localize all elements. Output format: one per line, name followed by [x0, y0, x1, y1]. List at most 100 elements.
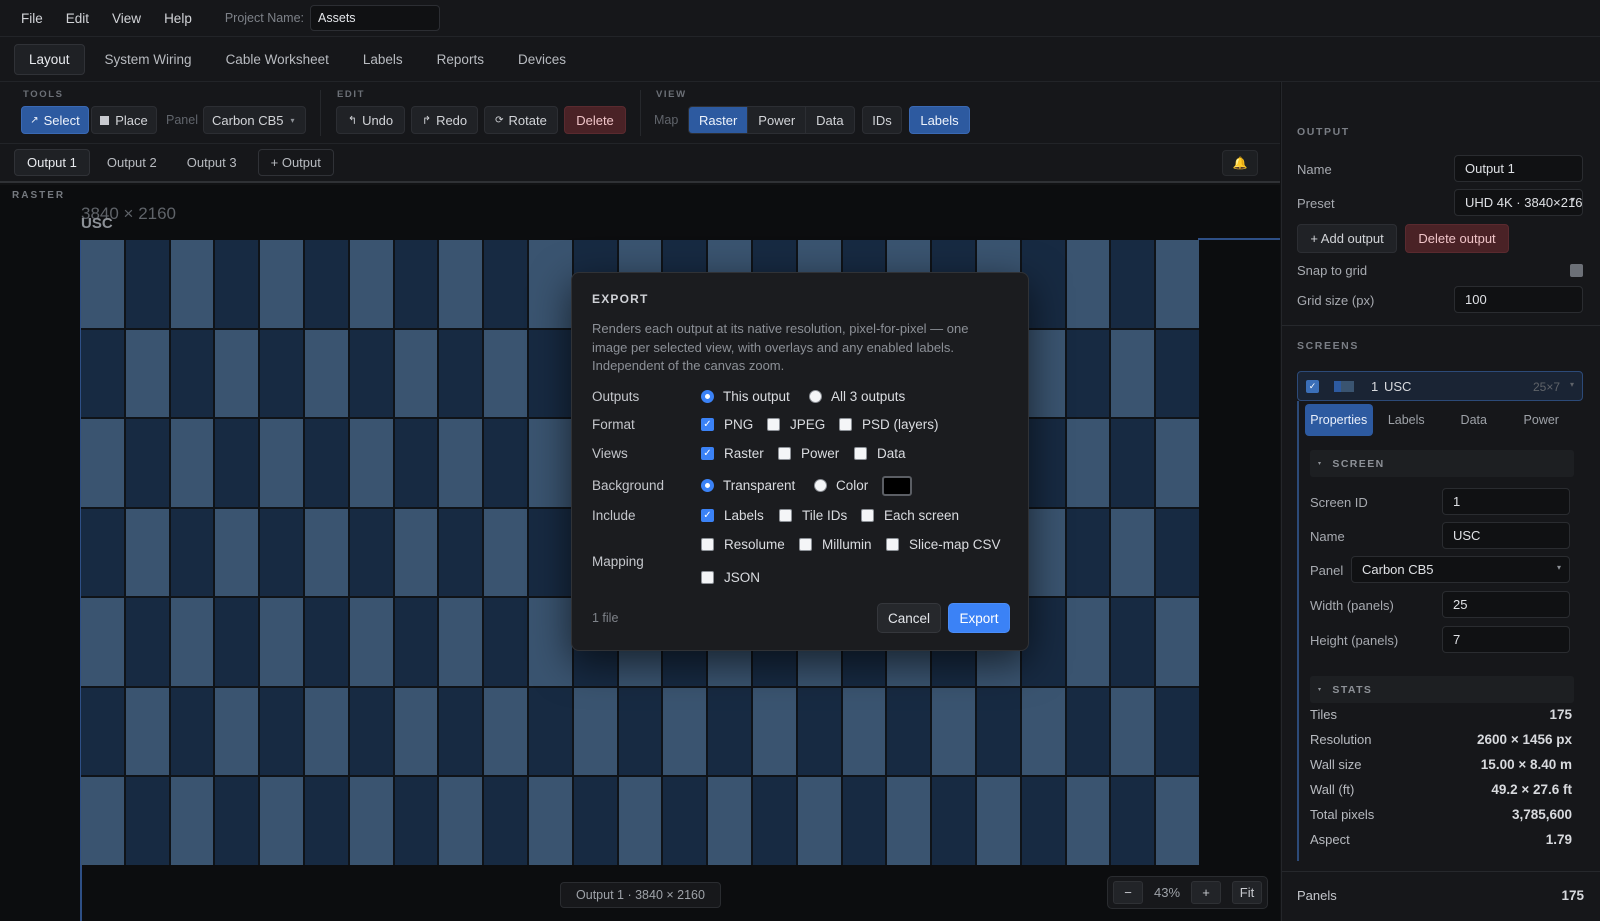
led-panel-tile[interactable] — [1156, 419, 1199, 507]
panel-select[interactable]: Carbon CB5 ▾ — [203, 106, 306, 134]
led-panel-tile[interactable] — [125, 419, 169, 507]
led-panel-tile[interactable] — [349, 777, 393, 865]
led-panel-tile[interactable] — [304, 598, 348, 686]
view-power-button[interactable]: Power — [748, 107, 807, 133]
led-panel-tile[interactable] — [304, 419, 348, 507]
led-panel-tile[interactable] — [1066, 329, 1110, 418]
led-panel-tile[interactable] — [394, 687, 438, 776]
tab-devices[interactable]: Devices — [504, 45, 580, 74]
psd-checkbox[interactable]: PSD (layers) — [839, 417, 939, 432]
led-panel-tile[interactable] — [797, 777, 841, 865]
led-panel-tile[interactable] — [1111, 777, 1155, 865]
led-panel-tile[interactable] — [1021, 777, 1065, 865]
slice-map-csv-checkbox[interactable]: Slice-map CSV — [886, 537, 1001, 552]
ids-toggle-button[interactable]: IDs — [862, 106, 902, 134]
screen-section-header[interactable]: ▾ SCREEN — [1310, 450, 1574, 477]
led-panel-tile[interactable] — [528, 777, 572, 865]
png-checkbox[interactable]: ✓ PNG — [701, 417, 753, 432]
screen-panel-select[interactable]: Carbon CB5 — [1351, 556, 1570, 583]
led-panel-tile[interactable] — [528, 598, 572, 686]
jpeg-checkbox[interactable]: JPEG — [767, 417, 825, 432]
chevron-down-icon[interactable]: ▾ — [1570, 380, 1574, 389]
led-panel-tile[interactable] — [439, 508, 483, 597]
bell-icon[interactable]: 🔔 — [1222, 150, 1258, 176]
led-panel-tile[interactable] — [170, 777, 214, 865]
width-panels-input[interactable]: 25 — [1442, 591, 1570, 618]
led-panel-tile[interactable] — [215, 687, 259, 776]
screen-name-input[interactable]: USC — [1442, 522, 1570, 549]
led-panel-tile[interactable] — [170, 687, 214, 776]
undo-button[interactable]: ↰ Undo — [336, 106, 405, 134]
led-panel-tile[interactable] — [1066, 240, 1110, 328]
ptab-properties[interactable]: Properties — [1305, 404, 1373, 436]
stats-section-header[interactable]: ▾ STATS — [1310, 676, 1574, 703]
raster-view-checkbox[interactable]: ✓ Raster — [701, 446, 764, 461]
add-output-button[interactable]: + Output — [257, 149, 334, 176]
tab-layout[interactable]: Layout — [14, 43, 85, 75]
delete-output-button[interactable]: Delete output — [1405, 224, 1509, 253]
led-panel-tile[interactable] — [260, 329, 303, 418]
output-name-input[interactable]: Output 1 — [1454, 155, 1583, 182]
led-panel-tile[interactable] — [170, 508, 214, 597]
screen-id-input[interactable]: 1 — [1442, 488, 1570, 515]
led-panel-tile[interactable] — [260, 240, 303, 328]
led-panel-tile[interactable] — [1066, 777, 1110, 865]
led-panel-tile[interactable] — [125, 777, 169, 865]
data-view-checkbox[interactable]: Data — [854, 446, 906, 461]
menu-view[interactable]: View — [112, 11, 141, 26]
add-output-button[interactable]: + Add output — [1297, 224, 1397, 253]
led-panel-tile[interactable] — [484, 687, 527, 776]
led-panel-tile[interactable] — [304, 240, 348, 328]
led-panel-tile[interactable] — [260, 777, 303, 865]
redo-button[interactable]: ↱ Redo — [411, 106, 478, 134]
led-panel-tile[interactable] — [663, 687, 707, 776]
this-output-radio[interactable]: This output — [701, 389, 790, 404]
delete-button[interactable]: Delete — [564, 106, 626, 134]
led-panel-tile[interactable] — [1066, 508, 1110, 597]
led-panel-tile[interactable] — [125, 329, 169, 418]
led-panel-tile[interactable] — [81, 240, 124, 328]
led-panel-tile[interactable] — [304, 329, 348, 418]
led-panel-tile[interactable] — [1156, 598, 1199, 686]
led-panel-tile[interactable] — [1066, 598, 1110, 686]
view-data-button[interactable]: Data — [806, 107, 853, 133]
led-panel-tile[interactable] — [484, 419, 527, 507]
led-panel-tile[interactable] — [260, 419, 303, 507]
led-panel-tile[interactable] — [394, 508, 438, 597]
led-panel-tile[interactable] — [394, 777, 438, 865]
led-panel-tile[interactable] — [170, 240, 214, 328]
ptab-data[interactable]: Data — [1440, 404, 1508, 436]
project-name-input[interactable]: Assets — [310, 5, 441, 31]
led-panel-tile[interactable] — [842, 777, 886, 865]
tile-ids-checkbox[interactable]: Tile IDs — [779, 508, 847, 523]
all-outputs-radio[interactable]: All 3 outputs — [809, 389, 905, 404]
led-panel-tile[interactable] — [1156, 329, 1199, 418]
output-tab-1[interactable]: Output 1 — [14, 149, 90, 176]
led-panel-tile[interactable] — [528, 240, 572, 328]
labels-toggle-button[interactable]: Labels — [909, 106, 970, 134]
json-checkbox[interactable]: JSON — [701, 570, 760, 585]
led-panel-tile[interactable] — [439, 777, 483, 865]
menu-help[interactable]: Help — [164, 11, 192, 26]
led-panel-tile[interactable] — [81, 687, 124, 776]
led-panel-tile[interactable] — [439, 419, 483, 507]
led-panel-tile[interactable] — [1111, 508, 1155, 597]
tab-cable-worksheet[interactable]: Cable Worksheet — [212, 45, 343, 74]
snap-to-grid-checkbox[interactable] — [1570, 264, 1583, 277]
led-panel-tile[interactable] — [932, 777, 975, 865]
led-panel-tile[interactable] — [81, 419, 124, 507]
led-panel-tile[interactable] — [125, 687, 169, 776]
led-panel-tile[interactable] — [708, 687, 751, 776]
led-panel-tile[interactable] — [752, 777, 796, 865]
led-panel-tile[interactable] — [349, 240, 393, 328]
millumin-checkbox[interactable]: Millumin — [799, 537, 872, 552]
led-panel-tile[interactable] — [887, 687, 931, 776]
screen-list-item[interactable]: ✓ 1 USC 25×7 ▾ — [1297, 371, 1583, 401]
led-panel-tile[interactable] — [349, 329, 393, 418]
led-panel-tile[interactable] — [484, 329, 527, 418]
led-panel-tile[interactable] — [1111, 598, 1155, 686]
height-panels-input[interactable]: 7 — [1442, 626, 1570, 653]
led-panel-tile[interactable] — [976, 687, 1020, 776]
grid-size-input[interactable]: 100 — [1454, 286, 1583, 313]
led-panel-tile[interactable] — [708, 777, 751, 865]
